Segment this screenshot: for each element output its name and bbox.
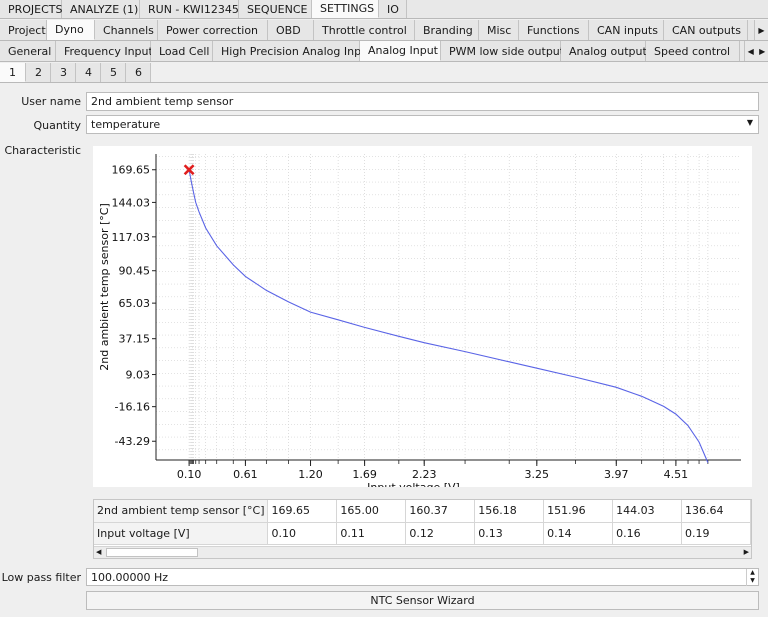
- x-axis-label: Input voltage [V]: [367, 481, 460, 487]
- y-axis-label: 2nd ambient temp sensor [°C]: [98, 203, 111, 370]
- x-tick-label: 0.10: [177, 468, 202, 481]
- quantity-value: temperature: [91, 118, 161, 131]
- table-cell[interactable]: 151.96: [543, 500, 614, 523]
- chevron-down-icon: ▼: [746, 118, 753, 127]
- user-name-value: 2nd ambient temp sensor: [91, 95, 234, 108]
- characteristic-curve: [188, 169, 709, 463]
- y-tick-label: 144.03: [112, 196, 151, 209]
- settings-tab-bar: Project Dyno Channels Power correction OBD Th…: [0, 20, 768, 41]
- y-tick-label: 169.65: [112, 164, 151, 177]
- low-pass-filter-value: 100.00000 Hz: [91, 570, 169, 584]
- table-row-voltage: Input voltage [V] 0.10 0.11 0.12 0.13 0.…: [94, 522, 751, 545]
- subtab-frequency-input[interactable]: Frequency Input: [56, 41, 153, 61]
- tab-throttle-control[interactable]: Throttle control: [314, 20, 415, 40]
- main-tab-run-kwi12345[interactable]: RUN - KWI12345: [140, 0, 239, 18]
- characteristic-label: Characteristic: [4, 144, 81, 157]
- table-cell[interactable]: 165.00: [336, 500, 407, 523]
- table-cell[interactable]: 160.37: [405, 500, 476, 523]
- x-tick-label: 1.69: [352, 468, 377, 481]
- main-tab-io[interactable]: IO: [379, 0, 407, 18]
- table-cell[interactable]: 0.11: [336, 522, 407, 545]
- main-tab-analyze-1[interactable]: ANALYZE (1): [62, 0, 140, 18]
- table-horizontal-scrollbar[interactable]: ◀ ▶: [94, 546, 751, 558]
- tab-branding[interactable]: Branding: [415, 20, 479, 40]
- y-tick-label: 9.03: [126, 369, 151, 382]
- y-tick-label: 37.15: [119, 333, 151, 346]
- table-cell[interactable]: 156.18: [474, 500, 545, 523]
- channel-tab-2[interactable]: 2: [26, 63, 51, 82]
- table-row-temperature: 2nd ambient temp sensor [°C] 169.65 165.…: [94, 500, 751, 523]
- quantity-label: Quantity: [33, 119, 81, 132]
- table-cell[interactable]: 0.10: [267, 522, 338, 545]
- scroll-left-icon[interactable]: ◀: [96, 547, 101, 558]
- table-cell[interactable]: 0.16: [612, 522, 683, 545]
- y-tick-label: 90.45: [119, 265, 151, 278]
- tab-can-outputs[interactable]: CAN outputs: [664, 20, 748, 40]
- tab-functions[interactable]: Functions: [519, 20, 589, 40]
- table-cell[interactable]: 0.14: [543, 522, 614, 545]
- chevron-left-icon[interactable]: ◀: [748, 47, 754, 56]
- y-tick-label: -43.29: [115, 435, 150, 448]
- table-cell[interactable]: 144.03: [612, 500, 683, 523]
- table-cell[interactable]: 0.13: [474, 522, 545, 545]
- tab-misc[interactable]: Misc: [479, 20, 519, 40]
- channel-tab-6[interactable]: 6: [126, 63, 151, 82]
- ntc-sensor-wizard-button[interactable]: NTC Sensor Wizard: [86, 591, 759, 610]
- x-tick-label: 4.51: [664, 468, 689, 481]
- channel-tab-bar: 123456: [0, 63, 768, 83]
- y-tick-label: 117.03: [112, 231, 151, 244]
- row-header-temperature: 2nd ambient temp sensor [°C]: [94, 500, 269, 523]
- subtab-speed-control[interactable]: Speed control: [646, 41, 740, 61]
- user-name-input[interactable]: 2nd ambient temp sensor: [86, 92, 759, 111]
- tab-dyno[interactable]: Dyno: [47, 20, 95, 40]
- scrollbar-thumb[interactable]: [106, 548, 198, 557]
- table-cell[interactable]: 0.19: [681, 522, 751, 545]
- tab-channels[interactable]: Channels: [95, 20, 158, 40]
- channel-tab-3[interactable]: 3: [51, 63, 76, 82]
- subtab-high-precision-analog-input[interactable]: High Precision Analog Input: [213, 41, 372, 61]
- user-name-label: User name: [21, 95, 81, 108]
- tab-can-inputs[interactable]: CAN inputs: [589, 20, 664, 40]
- tab-project[interactable]: Project: [0, 20, 47, 40]
- channel-tab-1[interactable]: 1: [0, 63, 26, 82]
- dyno-tab-bar: General Frequency Input Load Cell High Prec…: [0, 41, 768, 62]
- x-tick-label: 3.97: [604, 468, 629, 481]
- table-cell[interactable]: 169.65: [267, 500, 338, 523]
- channel-tab-4[interactable]: 4: [76, 63, 101, 82]
- y-tick-label: 65.03: [119, 297, 151, 310]
- low-pass-filter-label: Low pass filter: [1, 571, 81, 584]
- subtab-general[interactable]: General: [0, 41, 56, 61]
- subtab-analog-input[interactable]: Analog Input: [360, 41, 441, 61]
- x-tick-label: 1.20: [298, 468, 323, 481]
- characteristic-table[interactable]: 2nd ambient temp sensor [°C] 169.65 165.…: [93, 499, 752, 559]
- table-cell[interactable]: 0.12: [405, 522, 476, 545]
- chevron-right-icon[interactable]: ▶: [759, 47, 765, 56]
- subtab-load-cell[interactable]: Load Cell: [151, 41, 213, 61]
- spin-stepper-icon[interactable]: ▲ ▼: [746, 569, 758, 586]
- tab-power-correction[interactable]: Power correction: [158, 20, 268, 40]
- main-tab-settings[interactable]: SETTINGS: [312, 0, 379, 18]
- subtab-pwm-low-side-output[interactable]: PWM low side output: [441, 41, 564, 61]
- y-tick-label: -16.16: [115, 401, 150, 414]
- x-tick-label: 2.23: [412, 468, 437, 481]
- tab-scroll-arrows[interactable]: ▶: [754, 20, 768, 40]
- main-tab-projects[interactable]: PROJECTS: [0, 0, 63, 18]
- table-cell[interactable]: 136.64: [681, 500, 751, 523]
- tab-scroll-arrows[interactable]: ◀ ▶: [744, 41, 768, 61]
- characteristic-chart-svg: 169.65 144.03 117.03 90.45 65.03 37.15 9.03 -16…: [98, 154, 741, 494]
- characteristic-chart[interactable]: 169.65 144.03 117.03 90.45 65.03 37.15 9.03 -16…: [93, 146, 752, 494]
- subtab-analog-output[interactable]: Analog output: [561, 41, 647, 61]
- analog-input-panel: User name 2nd ambient temp sensor Quanti…: [0, 83, 768, 617]
- main-tab-sequence[interactable]: SEQUENCE: [239, 0, 312, 18]
- x-tick-label: 3.25: [525, 468, 550, 481]
- tab-obd[interactable]: OBD: [268, 20, 314, 40]
- channel-tab-5[interactable]: 5: [101, 63, 126, 82]
- chevron-right-icon[interactable]: ▶: [758, 26, 764, 35]
- low-pass-filter-input[interactable]: 100.00000 Hz ▲ ▼: [86, 568, 759, 586]
- scroll-right-icon[interactable]: ▶: [744, 547, 749, 558]
- main-tab-bar: PROJECTS ANALYZE (1) RUN - KWI12345 SEQUENC…: [0, 0, 768, 19]
- row-header-voltage: Input voltage [V]: [94, 522, 269, 545]
- quantity-select[interactable]: temperature ▼: [86, 115, 759, 134]
- x-tick-label: 0.61: [233, 468, 257, 481]
